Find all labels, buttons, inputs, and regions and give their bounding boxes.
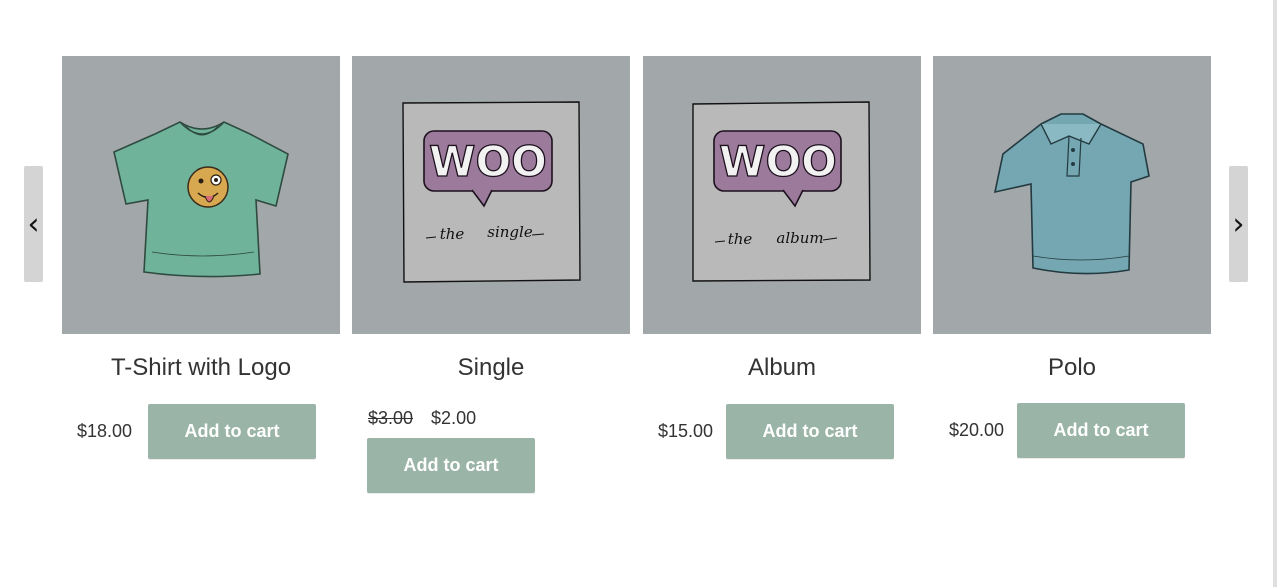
- product-card-tshirt: T-Shirt with Logo: [62, 56, 340, 384]
- image-caption-left: the: [440, 225, 465, 243]
- product-image-polo[interactable]: [933, 56, 1211, 334]
- add-to-cart-button[interactable]: Add to cart: [367, 438, 535, 493]
- product-price: $15.00: [658, 421, 714, 441]
- price-row-tshirt: $18.00 Add to cart: [77, 404, 317, 459]
- product-card-single: WOO the single Single: [352, 56, 630, 384]
- price-row-polo: $20.00 Add to cart: [949, 403, 1186, 458]
- product-title[interactable]: T-Shirt with Logo: [62, 352, 340, 384]
- price-row-single: $3.00 $2.00: [368, 408, 476, 429]
- woo-album-illustration: WOO the album: [692, 101, 871, 282]
- woo-single-illustration: WOO the single: [402, 101, 581, 283]
- product-price: $20.00: [949, 420, 1005, 440]
- product-title[interactable]: Single: [352, 352, 630, 384]
- product-old-price: $3.00: [368, 408, 414, 428]
- product-image-album[interactable]: WOO the album: [643, 56, 921, 334]
- image-caption-right: single: [487, 223, 533, 241]
- chevron-left-icon: ‹: [27, 206, 40, 242]
- product-title[interactable]: Polo: [933, 352, 1211, 384]
- price-row-album: $15.00 Add to cart: [658, 404, 895, 459]
- product-image-tshirt[interactable]: [62, 56, 340, 334]
- woo-logo-text: WOO: [429, 137, 547, 186]
- product-price: $18.00: [77, 421, 133, 441]
- woo-logo-text: WOO: [719, 137, 837, 186]
- add-to-cart-button[interactable]: Add to cart: [1017, 403, 1186, 458]
- image-caption-left: the: [728, 230, 753, 248]
- scrollbar-thumb[interactable]: [1273, 0, 1277, 587]
- product-carousel: ‹ › T-Shirt with Logo $18.00 Add to cart: [0, 0, 1270, 587]
- image-caption-right: album: [776, 229, 823, 247]
- add-to-cart-button[interactable]: Add to cart: [726, 404, 895, 459]
- product-card-album: WOO the album Album: [643, 56, 921, 384]
- product-image-single[interactable]: WOO the single: [352, 56, 630, 334]
- tshirt-illustration: [113, 121, 289, 278]
- add-to-cart-button[interactable]: Add to cart: [148, 404, 317, 459]
- product-price: $2.00: [431, 408, 477, 428]
- polo-illustration: [993, 113, 1150, 275]
- product-title[interactable]: Album: [643, 352, 921, 384]
- chevron-right-icon: ›: [1232, 206, 1245, 242]
- carousel-prev-button[interactable]: ‹: [24, 166, 43, 282]
- carousel-next-button[interactable]: ›: [1229, 166, 1248, 282]
- product-card-polo: Polo: [933, 56, 1211, 384]
